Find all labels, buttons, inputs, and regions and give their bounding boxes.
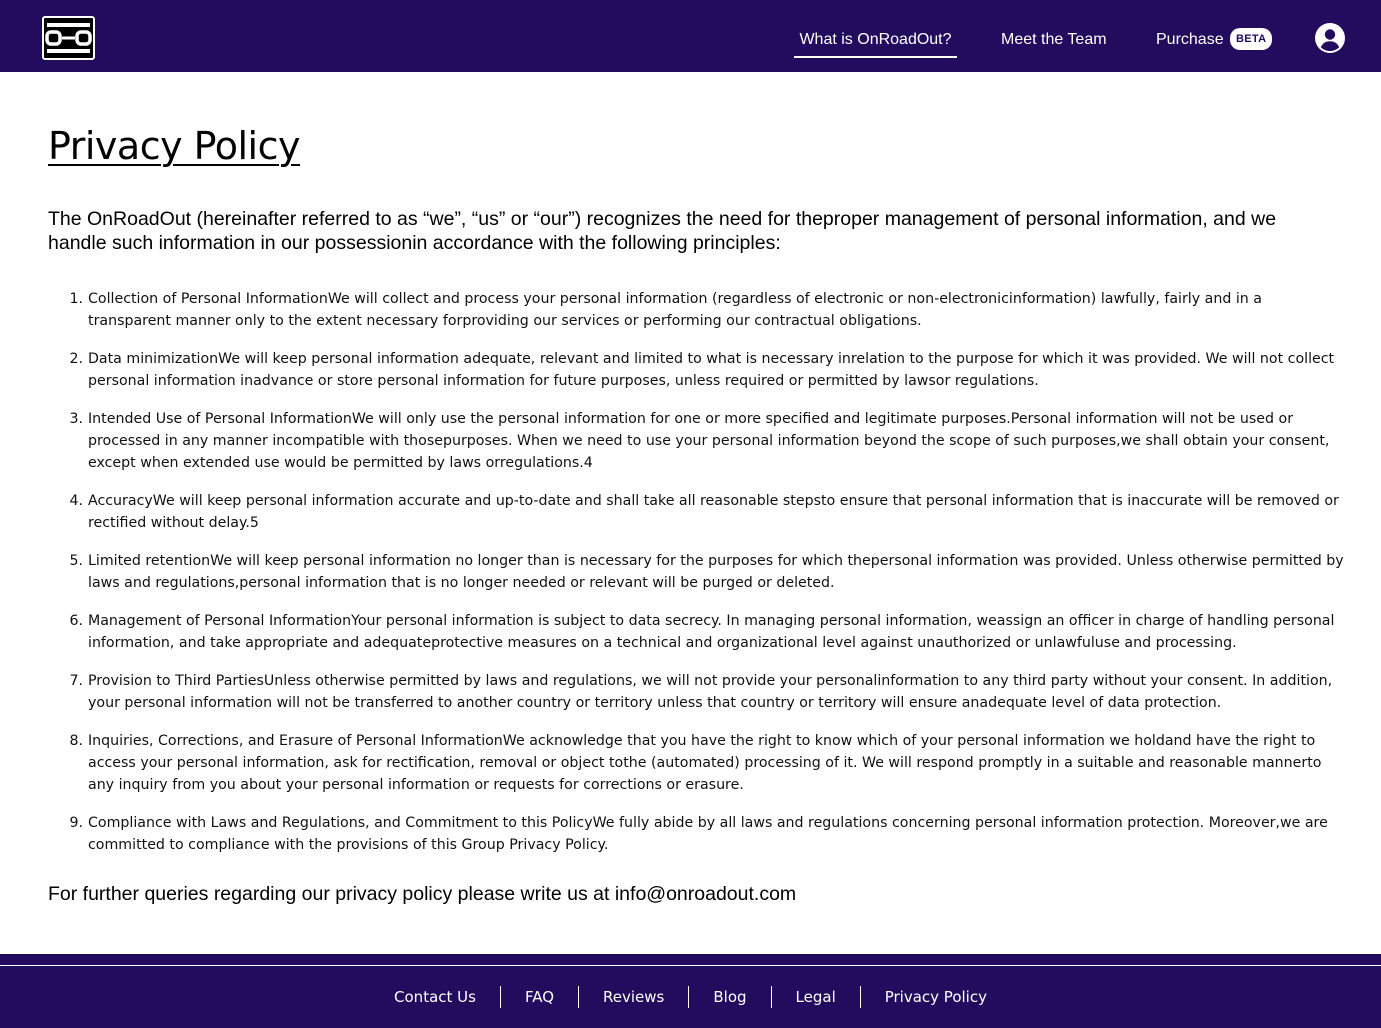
policy-item-number: 7. (69, 673, 83, 689)
intro-paragraph: The OnRoadOut (hereinafter referred to a… (48, 208, 1277, 254)
policy-item-number: 6. (69, 613, 83, 629)
policy-item-number: 8. (69, 733, 83, 749)
policy-item: 4. AccuracyWe will keep personal informa… (48, 490, 1348, 534)
policy-item: 7. Provision to Third PartiesUnless othe… (48, 670, 1348, 714)
footer-link-legal[interactable]: Legal (772, 986, 860, 1008)
policy-item-number: 4. (69, 493, 83, 509)
policy-item-text: Collection of Personal InformationWe wil… (88, 291, 1262, 329)
policy-item: 6. Management of Personal InformationYou… (48, 610, 1348, 654)
policy-item-text: Management of Personal InformationYour p… (88, 613, 1335, 651)
policy-item-text: Data minimizationWe will keep personal i… (88, 351, 1335, 389)
policy-item-number: 1. (69, 291, 83, 307)
policy-item: 3. Intended Use of Personal InformationW… (48, 408, 1348, 474)
footer-link-privacy-policy[interactable]: Privacy Policy (861, 986, 1011, 1008)
beta-badge: BETA (1230, 28, 1273, 50)
contact-paragraph: For further queries regarding our privac… (48, 883, 797, 905)
nav-what-is-onroadout[interactable]: What is OnRoadOut? (794, 30, 957, 58)
policy-item-number: 9. (69, 815, 83, 831)
top-navbar: What is OnRoadOut? Meet the Team Purchas… (0, 0, 1381, 72)
footer-link-faq[interactable]: FAQ (501, 986, 578, 1008)
footer-link-reviews[interactable]: Reviews (579, 986, 688, 1008)
policy-item-text: AccuracyWe will keep personal informatio… (88, 493, 1339, 531)
policy-item-number: 2. (69, 351, 83, 367)
nav-meet-the-team[interactable]: Meet the Team (1001, 30, 1107, 52)
policy-item-text: Provision to Third PartiesUnless otherwi… (88, 673, 1333, 711)
policy-item-number: 3. (69, 411, 83, 427)
footer-link-contact-us[interactable]: Contact Us (370, 986, 500, 1008)
policy-item: 9. Compliance with Laws and Regulations,… (48, 812, 1348, 856)
policy-item-number: 5. (69, 553, 83, 569)
policy-item-text: Limited retentionWe will keep personal i… (88, 553, 1344, 591)
policy-item: 8. Inquiries, Corrections, and Erasure o… (48, 730, 1348, 796)
policy-item-text: Intended Use of Personal InformationWe w… (88, 411, 1330, 471)
footer-divider (0, 965, 1381, 966)
footer: Contact Us FAQ Reviews Blog Legal Privac… (0, 954, 1381, 1028)
account-circle-icon[interactable] (1314, 22, 1346, 54)
page-title: Privacy Policy (48, 124, 300, 168)
nav-purchase[interactable]: Purchase (1156, 30, 1224, 52)
footer-link-blog[interactable]: Blog (689, 986, 770, 1008)
policy-item-text: Inquiries, Corrections, and Erasure of P… (88, 733, 1322, 793)
onroadout-logo-icon[interactable] (42, 16, 95, 60)
policy-item: 2. Data minimizationWe will keep persona… (48, 348, 1348, 392)
policy-list: 1. Collection of Personal InformationWe … (48, 288, 1348, 872)
policy-item: 5. Limited retentionWe will keep persona… (48, 550, 1348, 594)
policy-item-text: Compliance with Laws and Regulations, an… (88, 815, 1328, 853)
policy-item: 1. Collection of Personal InformationWe … (48, 288, 1348, 332)
footer-links: Contact Us FAQ Reviews Blog Legal Privac… (0, 986, 1381, 1008)
